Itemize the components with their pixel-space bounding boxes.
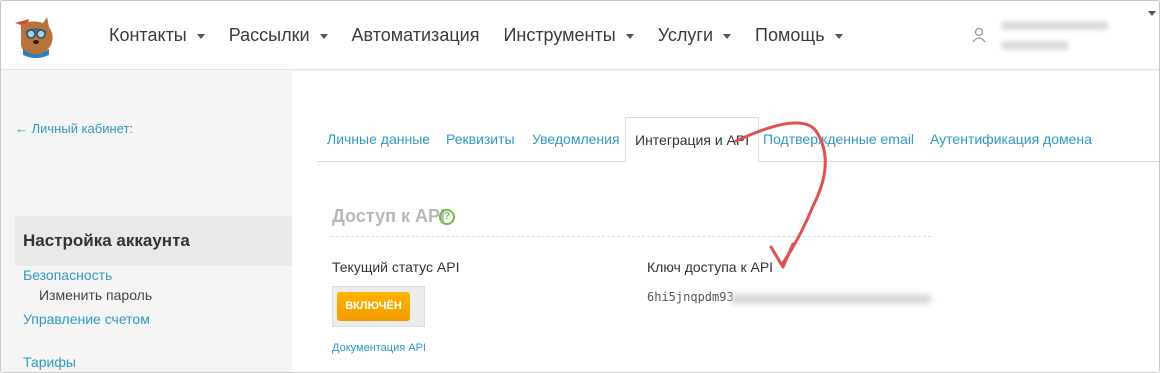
- main-nav: Контакты Рассылки Автоматизация Инструменты…: [109, 1, 867, 70]
- caret-down-icon: [834, 34, 843, 39]
- nav-item-2[interactable]: Автоматизация: [352, 25, 480, 46]
- sidebar-section-account-settings[interactable]: Настройка аккаунта: [15, 216, 292, 266]
- nav-item-3[interactable]: Инструменты: [503, 25, 634, 46]
- app-window: Контакты Рассылки Автоматизация Инструменты…: [0, 0, 1160, 373]
- user-id-redacted: [1001, 41, 1069, 50]
- caret-down-icon: [723, 34, 732, 39]
- tab-requisites[interactable]: Реквизиты: [446, 117, 515, 162]
- dog-logo-icon[interactable]: [9, 13, 65, 59]
- nav-item-4[interactable]: Услуги: [657, 25, 732, 46]
- user-menu[interactable]: [969, 1, 1159, 70]
- nav-item-label: Контакты: [109, 25, 187, 45]
- main-content: Личные данные Реквизиты Уведомления Инте…: [292, 71, 1159, 372]
- sidebar-item-security[interactable]: Безопасность: [23, 267, 112, 283]
- top-navigation-bar: Контакты Рассылки Автоматизация Инструменты…: [1, 1, 1159, 70]
- sidebar-item-tariffs[interactable]: Тарифы: [23, 354, 76, 370]
- nav-item-5[interactable]: Помощь: [755, 25, 843, 46]
- api-key-visible-part: 6hi5jnqpdm93: [647, 290, 734, 304]
- tab-personal-data[interactable]: Личные данные: [327, 117, 430, 162]
- api-status-label: Текущий статус API: [332, 259, 460, 275]
- sidebar-section-title: Настройка аккаунта: [23, 231, 190, 250]
- api-key-label: Ключ доступа к API: [647, 259, 774, 275]
- nav-item-label: Инструменты: [503, 25, 616, 45]
- nav-item-label: Автоматизация: [351, 25, 480, 45]
- api-access-heading: Доступ к API: [332, 206, 445, 226]
- sidebar-item-change-password[interactable]: Изменить пароль: [39, 287, 152, 303]
- api-status-container: ВКЛЮЧЁН: [332, 286, 425, 327]
- nav-item-label: Рассылки: [228, 25, 310, 45]
- sidebar-item-billing[interactable]: Управление счетом: [23, 311, 150, 327]
- api-documentation-link[interactable]: Документация API: [332, 342, 426, 354]
- nav-item-1[interactable]: Рассылки: [229, 25, 328, 46]
- sidebar: ← Личный кабинет: Настройка аккаунта Изм…: [1, 71, 292, 372]
- nav-item-label: Помощь: [755, 25, 825, 45]
- caret-down-icon: [319, 34, 328, 39]
- api-key-field[interactable]: 6hi5jnqpdm93: [647, 290, 937, 306]
- caret-down-icon: [196, 34, 205, 39]
- tab-notifications[interactable]: Уведомления: [532, 117, 620, 162]
- settings-tabs: Личные данные Реквизиты Уведомления Инте…: [317, 117, 1159, 163]
- api-key-redacted: [731, 294, 931, 304]
- tab-confirmed-emails[interactable]: Подтвержденные email: [763, 117, 914, 162]
- caret-down-icon: [625, 34, 634, 39]
- api-status-toggle-button[interactable]: ВКЛЮЧЁН: [337, 292, 410, 321]
- tab-domain-authentication[interactable]: Аутентификация домена: [930, 117, 1092, 162]
- user-outline-icon: [972, 27, 986, 43]
- tab-integration-api[interactable]: Интеграция и API: [625, 117, 760, 163]
- back-to-cabinet-link[interactable]: ← Личный кабинет:: [15, 121, 133, 136]
- question-circle-icon[interactable]: ?: [439, 209, 455, 225]
- nav-item-0[interactable]: Контакты: [109, 25, 205, 46]
- section-divider: [331, 236, 931, 237]
- nav-item-label: Услуги: [657, 25, 714, 45]
- user-email-redacted: [1001, 21, 1109, 30]
- chevron-down-icon: [1148, 11, 1156, 16]
